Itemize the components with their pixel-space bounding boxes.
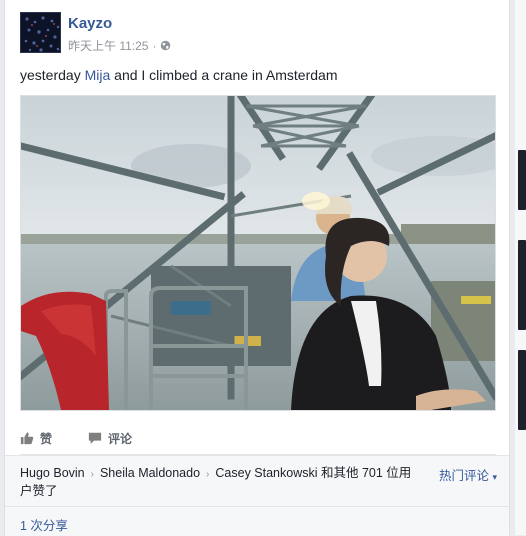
globe-icon[interactable] [160,40,171,51]
reactions-summary: Hugo Bovin › Sheila Maldonado › Casey Stanko… [5,455,509,506]
liker-separator: › [90,469,94,480]
liker-name[interactable]: Sheila Maldonado [100,466,200,480]
like-label: 赞 [40,431,53,446]
post-meta: 昨天上午 11:25 · [68,37,171,54]
thumbs-up-icon [20,431,34,445]
post-card: Kayzo 昨天上午 11:25 · yesterday Mija and I … [4,0,510,536]
meta-separator: · [152,38,157,53]
right-column-edge [515,0,526,535]
comment-button[interactable]: 评论 [88,430,132,447]
post-photo[interactable] [20,95,496,411]
shares-row: 1 次分享 [5,506,509,536]
avatar[interactable] [20,12,61,53]
caret-down-icon: ▾ [492,472,497,482]
comment-sort-dropdown[interactable]: 热门评论 ▾ [439,465,497,484]
liker-name[interactable]: Hugo Bovin [20,466,85,480]
post-text: yesterday Mija and I climbed a crane in … [20,67,338,83]
sidebar-fragment [518,240,526,330]
crane-photo-illustration [21,96,495,410]
like-button[interactable]: 赞 [20,430,52,447]
post-text-before: yesterday [20,67,85,83]
author-name[interactable]: Kayzo [68,15,112,32]
comment-label: 评论 [108,431,133,446]
sidebar-fragment [518,350,526,430]
mention-link[interactable]: Mija [85,67,111,83]
liker-separator: › [206,469,210,480]
sort-label: 热门评论 [438,469,489,483]
post-text-after: and I climbed a crane in Amsterdam [110,67,338,83]
post-actions: 赞 评论 [20,422,496,455]
likes-summary: Hugo Bovin › Sheila Maldonado › Casey Stanko… [20,465,420,500]
share-count-link[interactable]: 1 次分享 [20,515,68,534]
sidebar-fragment [518,150,526,210]
liker-name[interactable]: Casey Stankowski [215,466,317,480]
comment-icon [88,431,102,445]
timestamp[interactable]: 昨天上午 11:25 [68,37,148,54]
